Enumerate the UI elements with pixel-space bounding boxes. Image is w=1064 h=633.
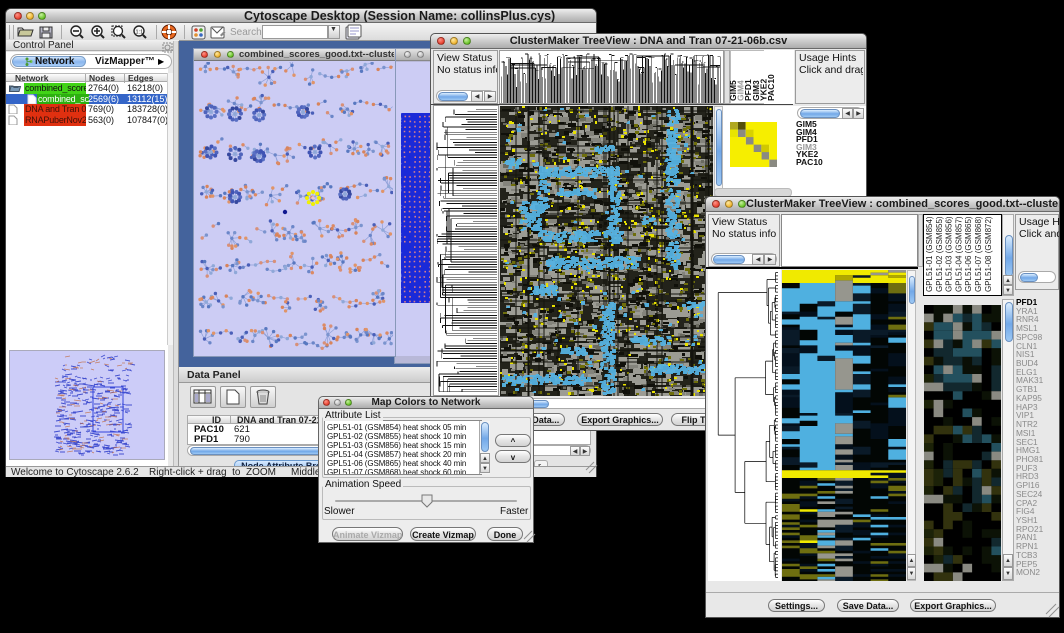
svg-text:1:1: 1:1 bbox=[136, 30, 144, 36]
